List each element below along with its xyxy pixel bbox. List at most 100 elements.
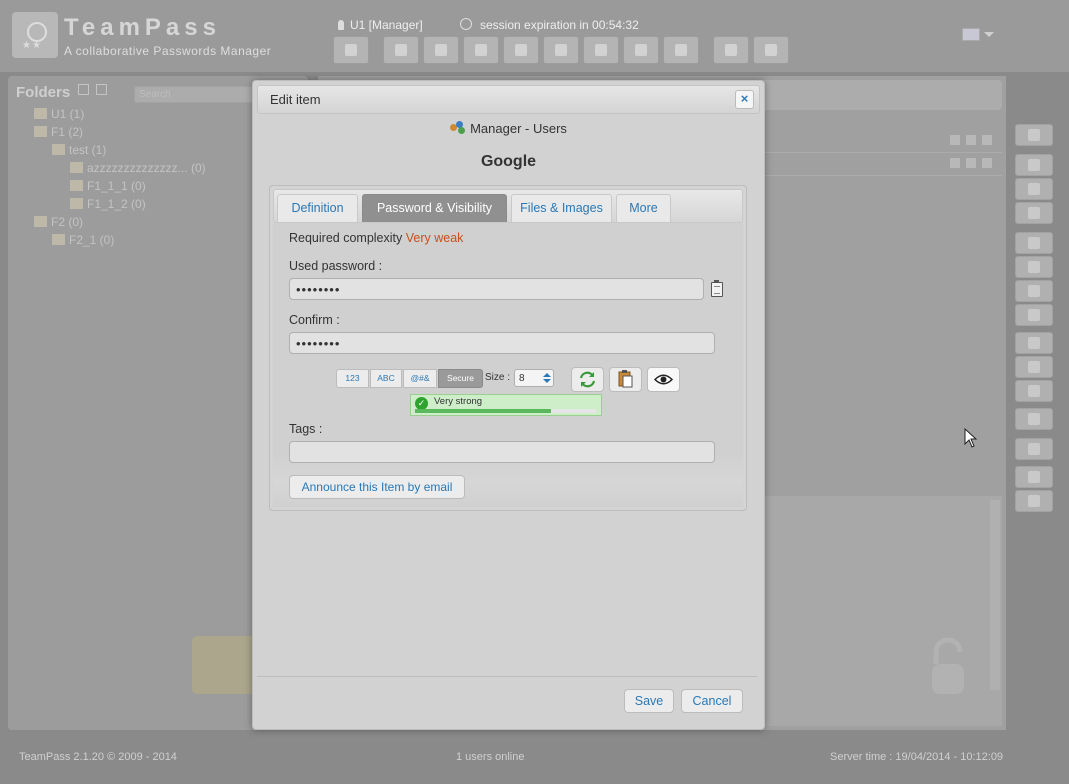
tree-item[interactable]: F1_1_1 (0) (70, 179, 146, 195)
tree-item[interactable]: test (1) (52, 143, 106, 159)
cancel-button[interactable]: Cancel (681, 689, 743, 713)
copy-folder-button[interactable] (1015, 304, 1053, 326)
eye-icon (1028, 413, 1040, 425)
users-icon (635, 44, 647, 56)
users-button[interactable] (623, 36, 659, 64)
teampass-logo: ★★ (12, 12, 58, 58)
home-button[interactable] (333, 36, 369, 64)
eye-icon (653, 374, 674, 385)
copy-icon (1028, 129, 1040, 141)
delete-item-button[interactable] (1015, 202, 1053, 224)
footer-version: TeamPass 2.1.20 © 2009 - 2014 (19, 751, 177, 763)
copy-login-icon[interactable] (950, 135, 960, 145)
book-icon (765, 44, 777, 56)
favourite-icon[interactable] (982, 135, 992, 145)
folders-icon (555, 44, 567, 56)
share-button[interactable] (1015, 490, 1053, 512)
size-spinner[interactable]: 8 (514, 369, 554, 387)
find-button[interactable] (423, 36, 459, 64)
add-folder-button[interactable] (1015, 232, 1053, 254)
numbers-toggle[interactable]: 123 (336, 369, 369, 388)
password-field[interactable]: •••••••• (289, 278, 704, 300)
share-icon (1028, 495, 1040, 507)
close-button[interactable]: × (735, 90, 754, 109)
views-icon (675, 44, 687, 56)
confirm-password-field[interactable]: •••••••• (289, 332, 715, 354)
edit-folder-button[interactable] (1015, 256, 1053, 278)
tree-item[interactable]: azzzzzzzzzzzzzz... (0) (70, 161, 206, 177)
spin-down-icon[interactable] (543, 379, 551, 383)
views-button[interactable] (663, 36, 699, 64)
folder-icon (34, 126, 47, 137)
uppercase-toggle[interactable]: ABC (370, 369, 402, 388)
clipboard-icon[interactable] (711, 280, 723, 297)
record-icon (1028, 443, 1040, 455)
record-button[interactable] (1015, 438, 1053, 460)
folder-icon (52, 144, 65, 155)
copy-password-button[interactable] (609, 367, 642, 392)
notes-button[interactable] (1015, 466, 1053, 488)
us-flag-icon[interactable] (962, 28, 980, 41)
list-item[interactable] (748, 130, 1002, 153)
collapse-all-icon[interactable] (96, 84, 107, 95)
folder-add-icon (1028, 237, 1040, 249)
add-item-button[interactable] (1015, 154, 1053, 176)
user-label: U1 [Manager] (350, 18, 423, 32)
copy-login-icon[interactable] (950, 158, 960, 168)
favourite-icon[interactable] (982, 158, 992, 168)
import-icon (475, 44, 487, 56)
book-button[interactable] (753, 36, 789, 64)
edit-icon (1028, 183, 1040, 195)
confirm-label: Confirm : (289, 313, 340, 327)
detail-scrollbar[interactable] (990, 500, 1000, 690)
password-visibility-panel: Required complexity Very weak Used passw… (273, 223, 743, 507)
folder-edit-icon (1028, 261, 1040, 273)
copy-password-icon[interactable] (966, 135, 976, 145)
key-icon (395, 44, 407, 56)
announce-by-email-button[interactable]: Announce this Item by email (289, 475, 465, 499)
copy-url-button[interactable] (1015, 356, 1053, 378)
tree-item[interactable]: F1_1_2 (0) (70, 197, 146, 213)
folders-button[interactable] (543, 36, 579, 64)
generate-password-button[interactable] (571, 367, 604, 392)
tree-item[interactable]: F2 (0) (34, 215, 83, 231)
tab-definition[interactable]: Definition (277, 194, 358, 222)
tree-item[interactable]: U1 (1) (34, 107, 84, 123)
footer-server-time: Server time : 19/04/2014 - 10:12:09 (830, 751, 1004, 763)
chevron-down-icon[interactable] (984, 32, 994, 37)
list-item[interactable] (748, 153, 1002, 176)
password-label: Used password : (289, 259, 383, 273)
tags-label: Tags : (289, 422, 323, 436)
refresh-button[interactable] (713, 36, 749, 64)
tab-password-visibility[interactable]: Password & Visibility (362, 194, 507, 222)
save-button[interactable]: Save (624, 689, 674, 713)
new-item-button[interactable] (383, 36, 419, 64)
secure-toggle[interactable]: Secure (438, 369, 483, 388)
tab-more[interactable]: More (616, 194, 671, 222)
folder-copy-icon (1028, 309, 1040, 321)
import-button[interactable] (463, 36, 499, 64)
spin-up-icon[interactable] (543, 373, 551, 377)
copy-item-button[interactable] (1015, 124, 1053, 146)
folder-search-input[interactable]: Search (134, 86, 270, 103)
copy-login-button[interactable] (1015, 332, 1053, 354)
copy-password-icon[interactable] (966, 158, 976, 168)
edit-item-button[interactable] (1015, 178, 1053, 200)
user-icon (338, 20, 344, 30)
show-password-toggle[interactable] (647, 367, 680, 392)
dialog-footer-divider (257, 676, 758, 677)
size-label: Size : (485, 372, 511, 383)
dialog-titlebar[interactable]: Edit item × (257, 85, 760, 114)
tree-item[interactable]: F1 (2) (34, 125, 83, 141)
tab-files-images[interactable]: Files & Images (511, 194, 612, 222)
copy-pw-button[interactable] (1015, 380, 1053, 402)
show-password-button[interactable] (1015, 408, 1053, 430)
delete-folder-button[interactable] (1015, 280, 1053, 302)
expand-all-icon[interactable] (78, 84, 89, 95)
roles-button[interactable] (583, 36, 619, 64)
favourites-button[interactable] (503, 36, 539, 64)
tags-input[interactable] (289, 441, 715, 463)
tree-item[interactable]: F2_1 (0) (52, 233, 114, 249)
symbols-toggle[interactable]: @#& (403, 369, 437, 388)
add-icon (1028, 159, 1040, 171)
